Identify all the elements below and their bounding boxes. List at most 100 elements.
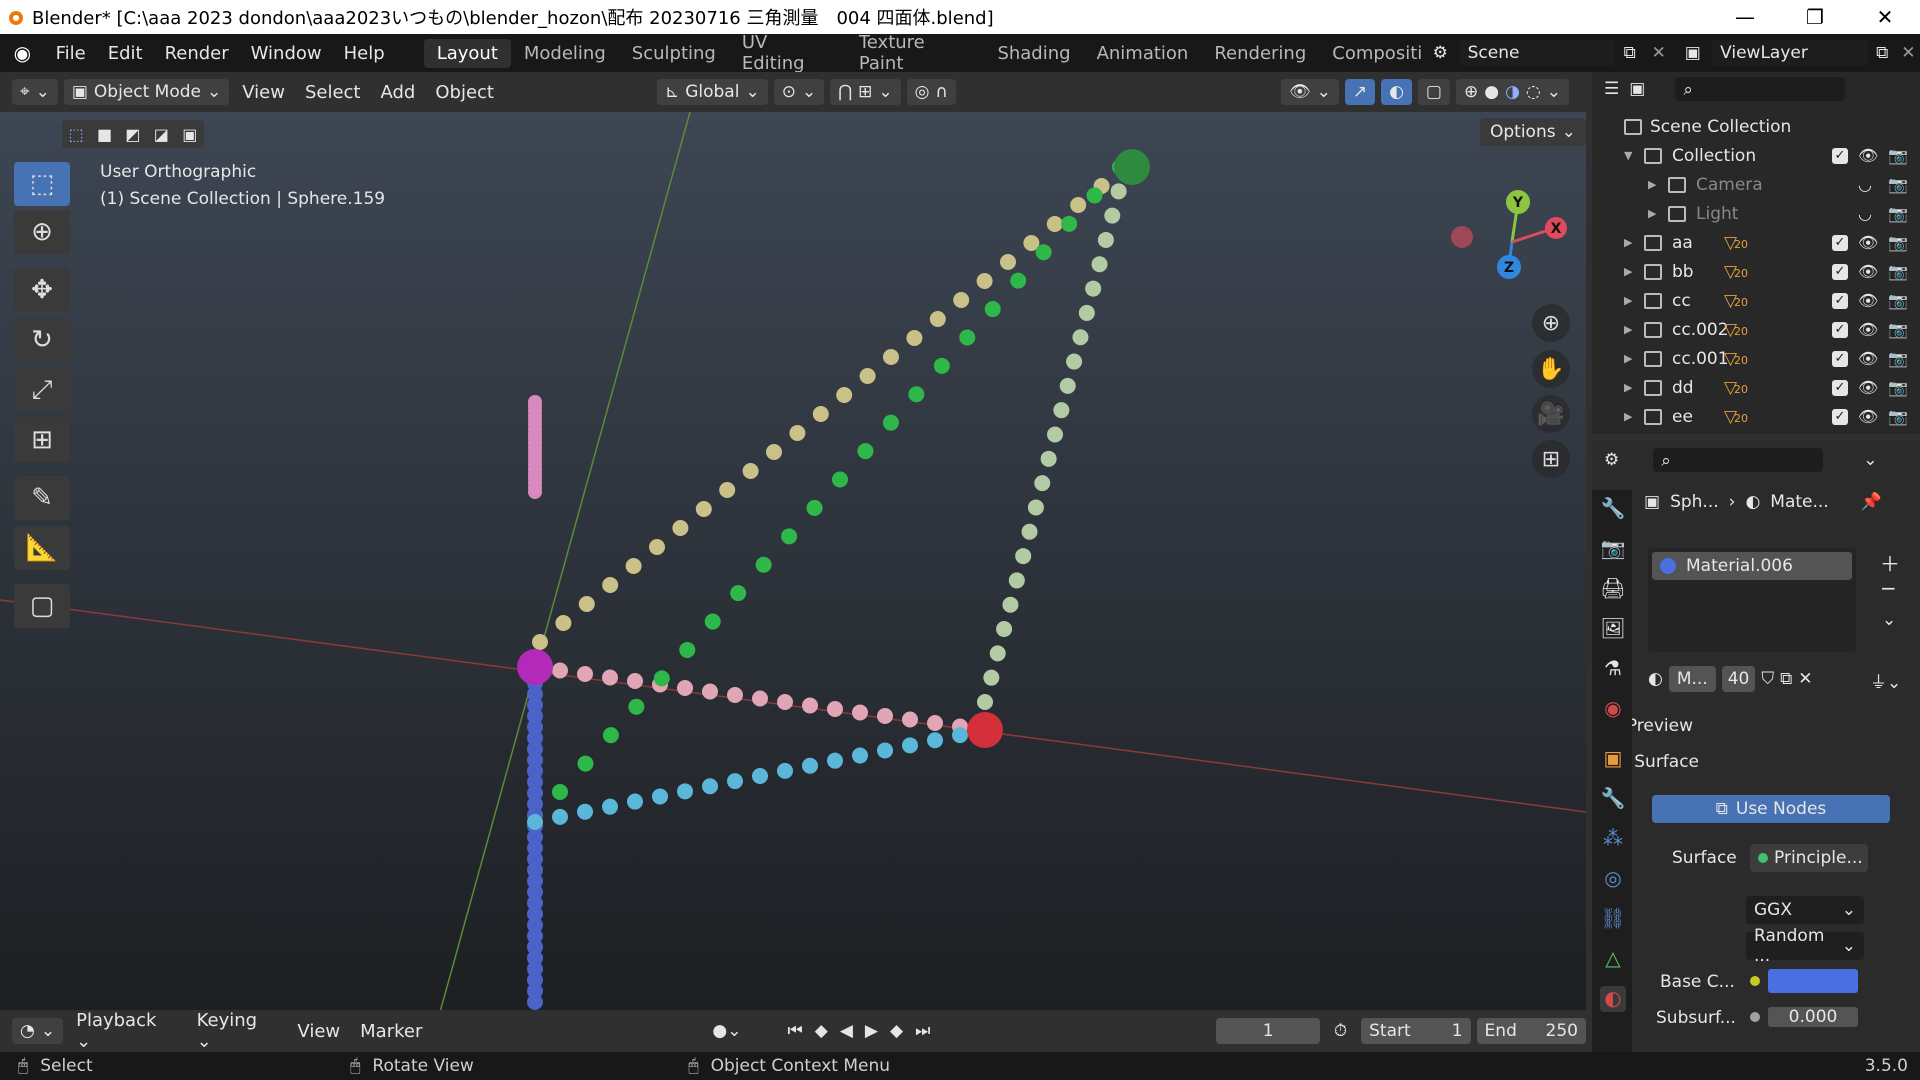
sphere-object[interactable] — [672, 520, 689, 536]
select-subtract-icon[interactable]: ◩ — [125, 125, 140, 144]
sphere-object[interactable] — [532, 634, 548, 650]
gizmo-toggle[interactable]: ↗ — [1344, 79, 1376, 105]
tab-layout[interactable]: Layout — [423, 38, 511, 68]
sphere-object[interactable] — [1070, 197, 1087, 213]
scale-tool[interactable]: ⤢ — [14, 368, 70, 412]
proportional-toggle[interactable]: ◎ ∩ — [906, 79, 956, 105]
sphere-object[interactable] — [827, 752, 843, 769]
xray-toggle[interactable]: ▢ — [1417, 79, 1450, 105]
sphere-object[interactable] — [578, 596, 595, 612]
sphere-object[interactable] — [625, 558, 642, 574]
rotate-tool[interactable]: ↻ — [14, 318, 70, 362]
sphere-object[interactable] — [677, 680, 693, 696]
eye-icon[interactable]: 👁 — [1858, 349, 1878, 368]
sphere-object[interactable] — [1110, 183, 1127, 200]
distribution-dropdown[interactable]: GGX ⌄ — [1746, 896, 1864, 924]
sphere-object[interactable] — [952, 727, 968, 744]
tool-tab-icon[interactable]: 🔧 — [1600, 496, 1626, 522]
disclosure-triangle-icon[interactable]: ▶ — [1624, 410, 1632, 423]
render-camera-icon[interactable]: 📷 — [1888, 291, 1908, 310]
sphere-object[interactable] — [755, 556, 772, 573]
sphere-object[interactable] — [1097, 231, 1114, 248]
sphere-object[interactable] — [883, 349, 899, 365]
snap-toggle[interactable]: ⋂ ⊞ ⌄ — [830, 79, 901, 105]
sphere-object[interactable] — [766, 444, 782, 460]
view-layer-tab-icon[interactable]: 🖼 — [1600, 616, 1626, 642]
sphere-object[interactable] — [528, 395, 542, 409]
select-mode-buttons[interactable]: ⬚ ■ ◩ ◪ ▣ — [62, 120, 204, 148]
sphere-object[interactable] — [802, 757, 818, 774]
data-tab-icon[interactable]: △ — [1600, 946, 1626, 972]
sphere-object[interactable] — [752, 768, 768, 784]
sphere-object[interactable] — [552, 662, 568, 679]
menu-timeline-view[interactable]: View — [287, 1018, 350, 1045]
menu-playback[interactable]: Playback ⌄ — [66, 1007, 187, 1055]
sphere-object[interactable] — [577, 755, 594, 772]
menu-view[interactable]: View — [232, 79, 295, 106]
eye-icon[interactable]: 👁 — [1858, 320, 1878, 339]
eye-icon[interactable]: 👁 — [1858, 262, 1878, 281]
scene-field[interactable]: Scene — [1459, 40, 1616, 66]
minimize-button[interactable]: — — [1710, 5, 1780, 29]
exclude-checkbox[interactable]: ✓ — [1832, 263, 1848, 280]
sphere-object[interactable] — [1010, 272, 1027, 289]
use-nodes-button[interactable]: ⧉ Use Nodes — [1652, 795, 1890, 823]
world-tab-icon[interactable]: ◉ — [1600, 696, 1626, 722]
sphere-object[interactable] — [929, 311, 946, 327]
eye-icon[interactable]: 👁 — [1858, 378, 1878, 397]
sphere-object[interactable] — [727, 773, 743, 790]
sphere-object[interactable] — [959, 329, 976, 346]
object-tab-icon[interactable]: ▣ — [1600, 746, 1626, 772]
exclude-checkbox[interactable]: ✓ — [1832, 292, 1848, 309]
select-invert-icon[interactable]: ◪ — [154, 125, 169, 144]
output-tab-icon[interactable]: 🖨 — [1600, 576, 1626, 602]
material-tab-icon[interactable]: ◐ — [1600, 986, 1626, 1012]
viewlayer-field[interactable]: ViewLayer — [1712, 40, 1868, 66]
navigation-gizmo[interactable]: Y X Z — [1440, 172, 1580, 292]
sphere-object[interactable] — [789, 425, 806, 441]
jump-start-icon[interactable]: ⏮ — [787, 1021, 802, 1041]
outliner-row[interactable]: ▶ Light ◡ 📷 — [1592, 199, 1920, 228]
tab-sculpting[interactable]: Sculpting — [619, 39, 729, 68]
sphere-object[interactable] — [852, 747, 868, 764]
unlink-icon[interactable]: ✕ — [1798, 669, 1812, 689]
sphere-object[interactable] — [984, 301, 1001, 318]
scene-icon[interactable]: ⚙ — [1421, 43, 1460, 63]
base-color-field[interactable] — [1750, 968, 1866, 994]
render-camera-icon[interactable]: 📷 — [1888, 407, 1908, 426]
render-camera-icon[interactable]: 📷 — [1888, 233, 1908, 252]
tab-texture-paint[interactable]: Texture Paint — [846, 28, 985, 78]
outliner-row-scene-collection[interactable]: Scene Collection — [1592, 112, 1920, 141]
sphere-vertex-object[interactable] — [517, 649, 553, 685]
sphere-object[interactable] — [653, 670, 670, 687]
menu-help[interactable]: Help — [333, 43, 396, 64]
select-extend-icon[interactable]: ■ — [97, 125, 112, 144]
jump-end-icon[interactable]: ⏭ — [915, 1021, 930, 1041]
sphere-object[interactable] — [1072, 329, 1089, 346]
sphere-object[interactable] — [996, 621, 1013, 638]
frame-start-field[interactable]: Start 1 — [1361, 1018, 1471, 1044]
modifier-tab-icon[interactable]: 🔧 — [1600, 786, 1626, 812]
properties-search-input[interactable]: ⌕ — [1653, 448, 1824, 472]
disclosure-triangle-icon[interactable]: ▶ — [1624, 323, 1632, 336]
menu-file[interactable]: File — [45, 43, 97, 64]
sphere-object[interactable] — [877, 742, 893, 759]
sphere-object[interactable] — [652, 788, 668, 805]
sphere-object[interactable] — [812, 406, 829, 422]
viewlayer-new-icon[interactable]: ⧉ — [1868, 43, 1897, 63]
subsurface-value[interactable]: 0.000 — [1768, 1007, 1858, 1027]
sphere-object[interactable] — [857, 443, 874, 460]
sphere-object[interactable] — [1034, 475, 1051, 492]
sphere-object[interactable] — [1053, 402, 1070, 419]
sphere-object[interactable] — [802, 697, 818, 714]
sphere-object[interactable] — [552, 808, 568, 825]
sphere-object[interactable] — [832, 471, 848, 488]
sphere-object[interactable] — [781, 528, 798, 545]
base-color-swatch[interactable] — [1768, 969, 1858, 993]
exclude-checkbox[interactable]: ✓ — [1832, 379, 1848, 396]
visibility-dropdown[interactable]: 👁 ⌄ — [1280, 79, 1339, 105]
subsurface-method-dropdown[interactable]: Random ... ⌄ — [1746, 926, 1864, 966]
scene-remove-icon[interactable]: ✕ — [1644, 43, 1673, 63]
sphere-object[interactable] — [902, 737, 918, 754]
sphere-object[interactable] — [742, 463, 759, 479]
